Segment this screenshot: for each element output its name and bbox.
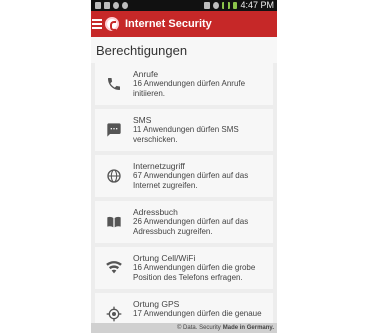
footer: © Data. Security Made in Germany. bbox=[91, 323, 277, 333]
permission-title: SMS bbox=[133, 115, 152, 125]
menu-icon[interactable] bbox=[92, 19, 102, 29]
permission-description: 16 Anwendungen dürfen die grobe Position… bbox=[133, 263, 256, 282]
permission-title: Anrufe bbox=[133, 69, 159, 79]
phone-icon bbox=[95, 69, 133, 99]
permission-list: Anrufe 16 Anwendungen dürfen Anrufe init… bbox=[91, 63, 277, 333]
sms-icon bbox=[95, 115, 133, 145]
permission-description: 26 Anwendungen dürfen auf das Adressbuch… bbox=[133, 217, 249, 236]
addressbook-icon bbox=[95, 207, 133, 237]
permission-item-anrufe[interactable]: Anrufe 16 Anwendungen dürfen Anrufe init… bbox=[95, 63, 273, 105]
permission-title: Ortung Cell/WiFi bbox=[133, 253, 196, 263]
app-notification-icon bbox=[113, 2, 119, 9]
footer-tagline: Made in Germany. bbox=[222, 325, 274, 331]
permission-item-sms[interactable]: SMS 11 Anwendungen dürfen SMS verschicke… bbox=[95, 109, 273, 151]
wifi-status-icon bbox=[213, 2, 220, 9]
permission-item-internetzugriff[interactable]: Internetzugriff 67 Anwendungen dürfen au… bbox=[95, 155, 273, 197]
battery-icon bbox=[233, 2, 238, 9]
permission-title: Ortung GPS bbox=[133, 299, 180, 309]
permission-description: 17 Anwendungen dürfen die genaue bbox=[133, 309, 262, 318]
mute-icon bbox=[204, 2, 211, 9]
app-bar: Internet Security bbox=[91, 11, 277, 37]
download-icon bbox=[122, 2, 128, 9]
clock: 4:47 PM bbox=[240, 0, 274, 10]
permission-title: Internetzugriff bbox=[133, 161, 185, 171]
status-bar: 4:47 PM bbox=[91, 0, 277, 11]
sdcard-icon bbox=[104, 2, 110, 9]
permission-item-ortung-cell-wifi[interactable]: Ortung Cell/WiFi 16 Anwendungen dürfen d… bbox=[95, 247, 273, 289]
permission-item-adressbuch[interactable]: Adressbuch 26 Anwendungen dürfen auf das… bbox=[95, 201, 273, 243]
usb-icon bbox=[95, 2, 101, 9]
permission-description: 11 Anwendungen dürfen SMS verschicken. bbox=[133, 125, 239, 144]
permission-title: Adressbuch bbox=[133, 207, 178, 217]
page-title: Berechtigungen bbox=[91, 37, 277, 63]
footer-brand: © Data. Security bbox=[176, 325, 221, 331]
phone-screen: 4:47 PM Internet Security Berechtigungen… bbox=[91, 0, 277, 333]
permission-description: 16 Anwendungen dürfen Anrufe initiieren. bbox=[133, 79, 246, 98]
wifi-icon bbox=[95, 253, 133, 283]
globe-icon bbox=[95, 161, 133, 191]
permission-description: 67 Anwendungen dürfen auf das Internet z… bbox=[133, 171, 249, 190]
app-title: Internet Security bbox=[125, 18, 212, 30]
signal-icon bbox=[222, 2, 231, 9]
app-logo-icon[interactable] bbox=[105, 17, 119, 31]
